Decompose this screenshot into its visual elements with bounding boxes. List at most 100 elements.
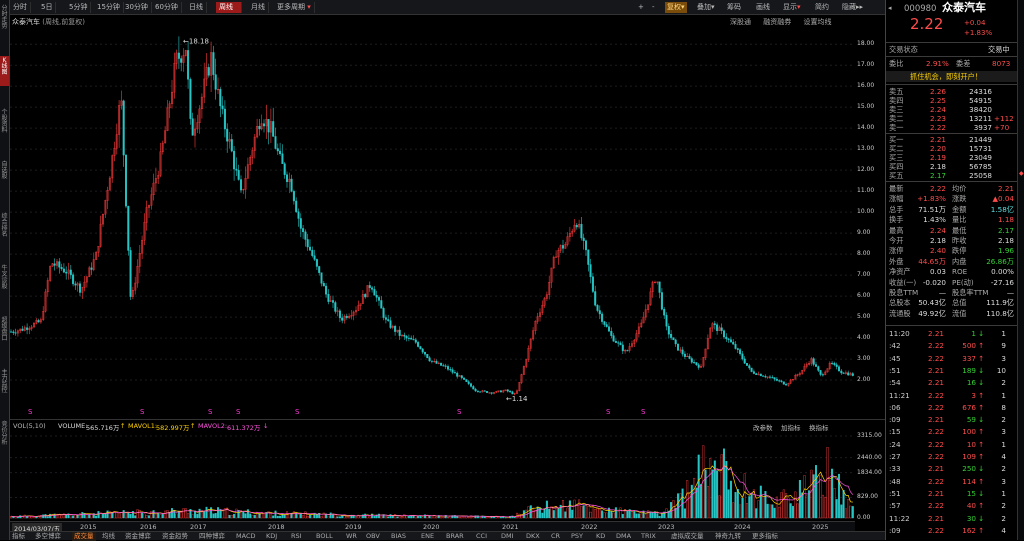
arrow-down-icon: ↓ [978,488,985,498]
period-15min[interactable]: 15分钟 [94,2,124,13]
volume-bar [111,512,114,519]
adjust-button[interactable]: 复权▾ [665,2,687,13]
volume-bar [796,503,799,519]
margin-trading-link[interactable]: 融资融券 [763,18,791,26]
left-tab-5[interactable]: 牛叉诊股 [0,264,9,304]
candle [187,50,190,80]
candle [371,287,374,290]
candle [394,326,397,332]
ma-settings-link[interactable]: 设置均线 [803,18,831,26]
volume-bar [651,512,654,519]
volume-chart[interactable] [10,432,855,520]
ask-label: 卖四 [889,96,904,105]
volume-bar [527,506,530,519]
stat-row: 股息TTM — 股息率TTM — [886,288,1018,297]
ask-row: 卖一 2.22 3937 +70 [886,123,1018,132]
switch-indicator-link[interactable]: 换指标 [809,422,829,432]
candle [403,334,406,337]
stat-row: 涨停 2.40 跌停 1.96 [886,246,1018,255]
display-button[interactable]: 显示▾ [783,2,801,13]
stat-row: 总股本 50.43亿 总值 111.9亿 [886,298,1018,307]
candle [460,375,463,379]
zoom-in-button[interactable]: + [638,2,644,13]
arrow-down-icon: ↓ [978,464,985,474]
period-60min[interactable]: 60分钟 [152,2,182,13]
left-tab-8[interactable]: 竞价分析 [0,420,9,460]
volume-bar [723,448,726,519]
period-more[interactable]: 更多周期 ▾ [274,2,315,13]
left-tab-4[interactable]: 综合排名 [0,212,9,252]
candle [511,391,514,395]
volume-bar [621,513,624,519]
chevron-down-icon: ▾ [711,3,715,11]
volume-bar [640,513,643,519]
candle [127,205,130,251]
volume-bar [304,511,307,519]
chips-button[interactable]: 筹码 [727,2,741,13]
status-label: 交易状态 [889,45,918,54]
tick-row: :57 2.22 40 ↑ 2 [886,501,1018,510]
volume-bar [644,514,647,519]
volume-bar [138,509,141,519]
tick-count: 2 [1001,464,1006,474]
period-intraday[interactable]: 分时 [10,2,31,13]
period-30min[interactable]: 30分钟 [122,2,152,13]
left-tab-2[interactable]: 个股资料 [0,108,9,148]
mavol1-label: MAVOL1: [128,422,158,430]
tick-row: :09 2.21 59 ↓ 2 [886,415,1018,424]
bid-row: 买五 2.17 25058 [886,171,1018,180]
candle [851,373,854,376]
stock-code: 000980 [904,4,937,14]
chevron-down-icon: ▾ [797,3,801,11]
volume-bar [746,503,749,519]
tick-price: 2.21 [928,464,945,474]
bid-volume: 15731 [969,144,992,153]
period-5min[interactable]: 5分钟 [66,2,92,13]
candle [368,285,371,288]
period-5day[interactable]: 5日 [38,2,57,13]
simple-button[interactable]: 简约 [815,2,829,13]
arrow-down-icon: ↓ [978,513,985,523]
volume-bar [757,500,760,519]
promo-banner[interactable]: 抓住机会，即刻开户！ [886,71,1018,82]
ask-price: 2.25 [930,96,947,105]
price-tick-label: 9.00 [857,229,871,237]
promo-text[interactable]: 抓住机会，即刻开户！ [910,72,982,81]
add-indicator-link[interactable]: 加指标 [781,422,801,432]
period-daily[interactable]: 日线 [186,2,207,13]
price-tick-label: 16.00 [857,82,875,90]
volume-bar [706,486,709,519]
indicator-tabs: 指标 多空博弈 成交量 均线 资金博弈 资金趋势 四种博弈 MACD KDJ RSI BOLL WR O… [10,531,885,541]
hide-button[interactable]: 隐藏▸▸ [842,2,863,13]
period-weekly[interactable]: 周线 [216,2,242,13]
edit-params-link[interactable]: 改参数 [753,422,773,432]
ask-row: 卖四 2.25 54915 [886,96,1018,105]
tick-price: 2.21 [928,329,945,338]
volume-bar [373,515,376,519]
overlay-button[interactable]: 叠加▾ [697,2,715,13]
tick-row: :27 2.22 109 ↑ 4 [886,452,1018,461]
ask-volume: 24316 [969,87,992,96]
left-tab-0[interactable]: 分时走势 [0,4,9,44]
draw-line-button[interactable]: 画线 [756,2,770,13]
candle [262,123,265,127]
year-label: 2018 [268,523,285,531]
volume-bar [612,512,615,519]
zoom-out-button[interactable]: - [652,2,655,13]
volume-bar [562,500,565,519]
left-tab-1[interactable]: K线图 [0,56,9,86]
left-tab-3[interactable]: 自选股 [0,160,9,200]
left-tab-7[interactable]: 主力监控 [0,368,9,408]
candle [771,377,774,379]
period-monthly[interactable]: 月线 [248,2,269,13]
stat-row: 涨幅 +1.83% 涨跌 ▲0.04 [886,194,1018,203]
left-tab-6[interactable]: 超级盘口 [0,316,9,356]
collapse-arrow-icon[interactable]: ◂ [888,4,892,13]
hk-connect-link[interactable]: 深股通 [730,18,751,26]
candle [21,328,24,331]
price-chart[interactable]: ←18.18 ←1.14 S S S S S S S S [10,28,855,418]
tick-row: :06 2.22 676 ↑ 8 [886,403,1018,412]
candle [626,350,629,352]
tick-time: :42 [889,341,901,351]
candle [831,362,834,364]
